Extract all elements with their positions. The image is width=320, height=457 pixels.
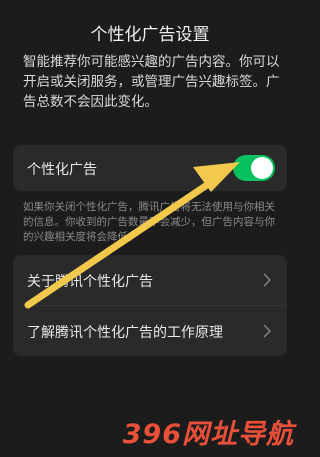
watermark-logo: 396网址导航 [122,419,294,450]
chevron-right-icon [263,273,271,287]
about-tencent-ads-link[interactable]: 关于腾讯个性化广告 [13,255,287,306]
toggle-knob [251,157,273,179]
personalized-ads-label: 个性化广告 [27,162,97,178]
how-tencent-ads-work-link[interactable]: 了解腾讯个性化广告的工作原理 [13,306,287,356]
disable-note: 如果你关闭个性化广告，腾讯广告将无法使用与你相关的信息。你收到的广告数量不会减少… [23,201,275,243]
personalized-ads-row[interactable]: 个性化广告 [13,145,287,191]
intro-text: 智能推荐你可能感兴趣的广告内容。你可以开启或关闭服务，或管理广告兴趣标签。广告总… [23,54,280,110]
how-tencent-ads-work-label: 了解腾讯个性化广告的工作原理 [27,325,223,341]
chevron-right-icon [263,324,271,338]
links-card: 关于腾讯个性化广告 了解腾讯个性化广告的工作原理 [13,255,287,356]
personalized-ads-toggle[interactable] [233,155,275,181]
page-title: 个性化广告设置 [90,25,210,45]
about-tencent-ads-label: 关于腾讯个性化广告 [27,274,153,290]
